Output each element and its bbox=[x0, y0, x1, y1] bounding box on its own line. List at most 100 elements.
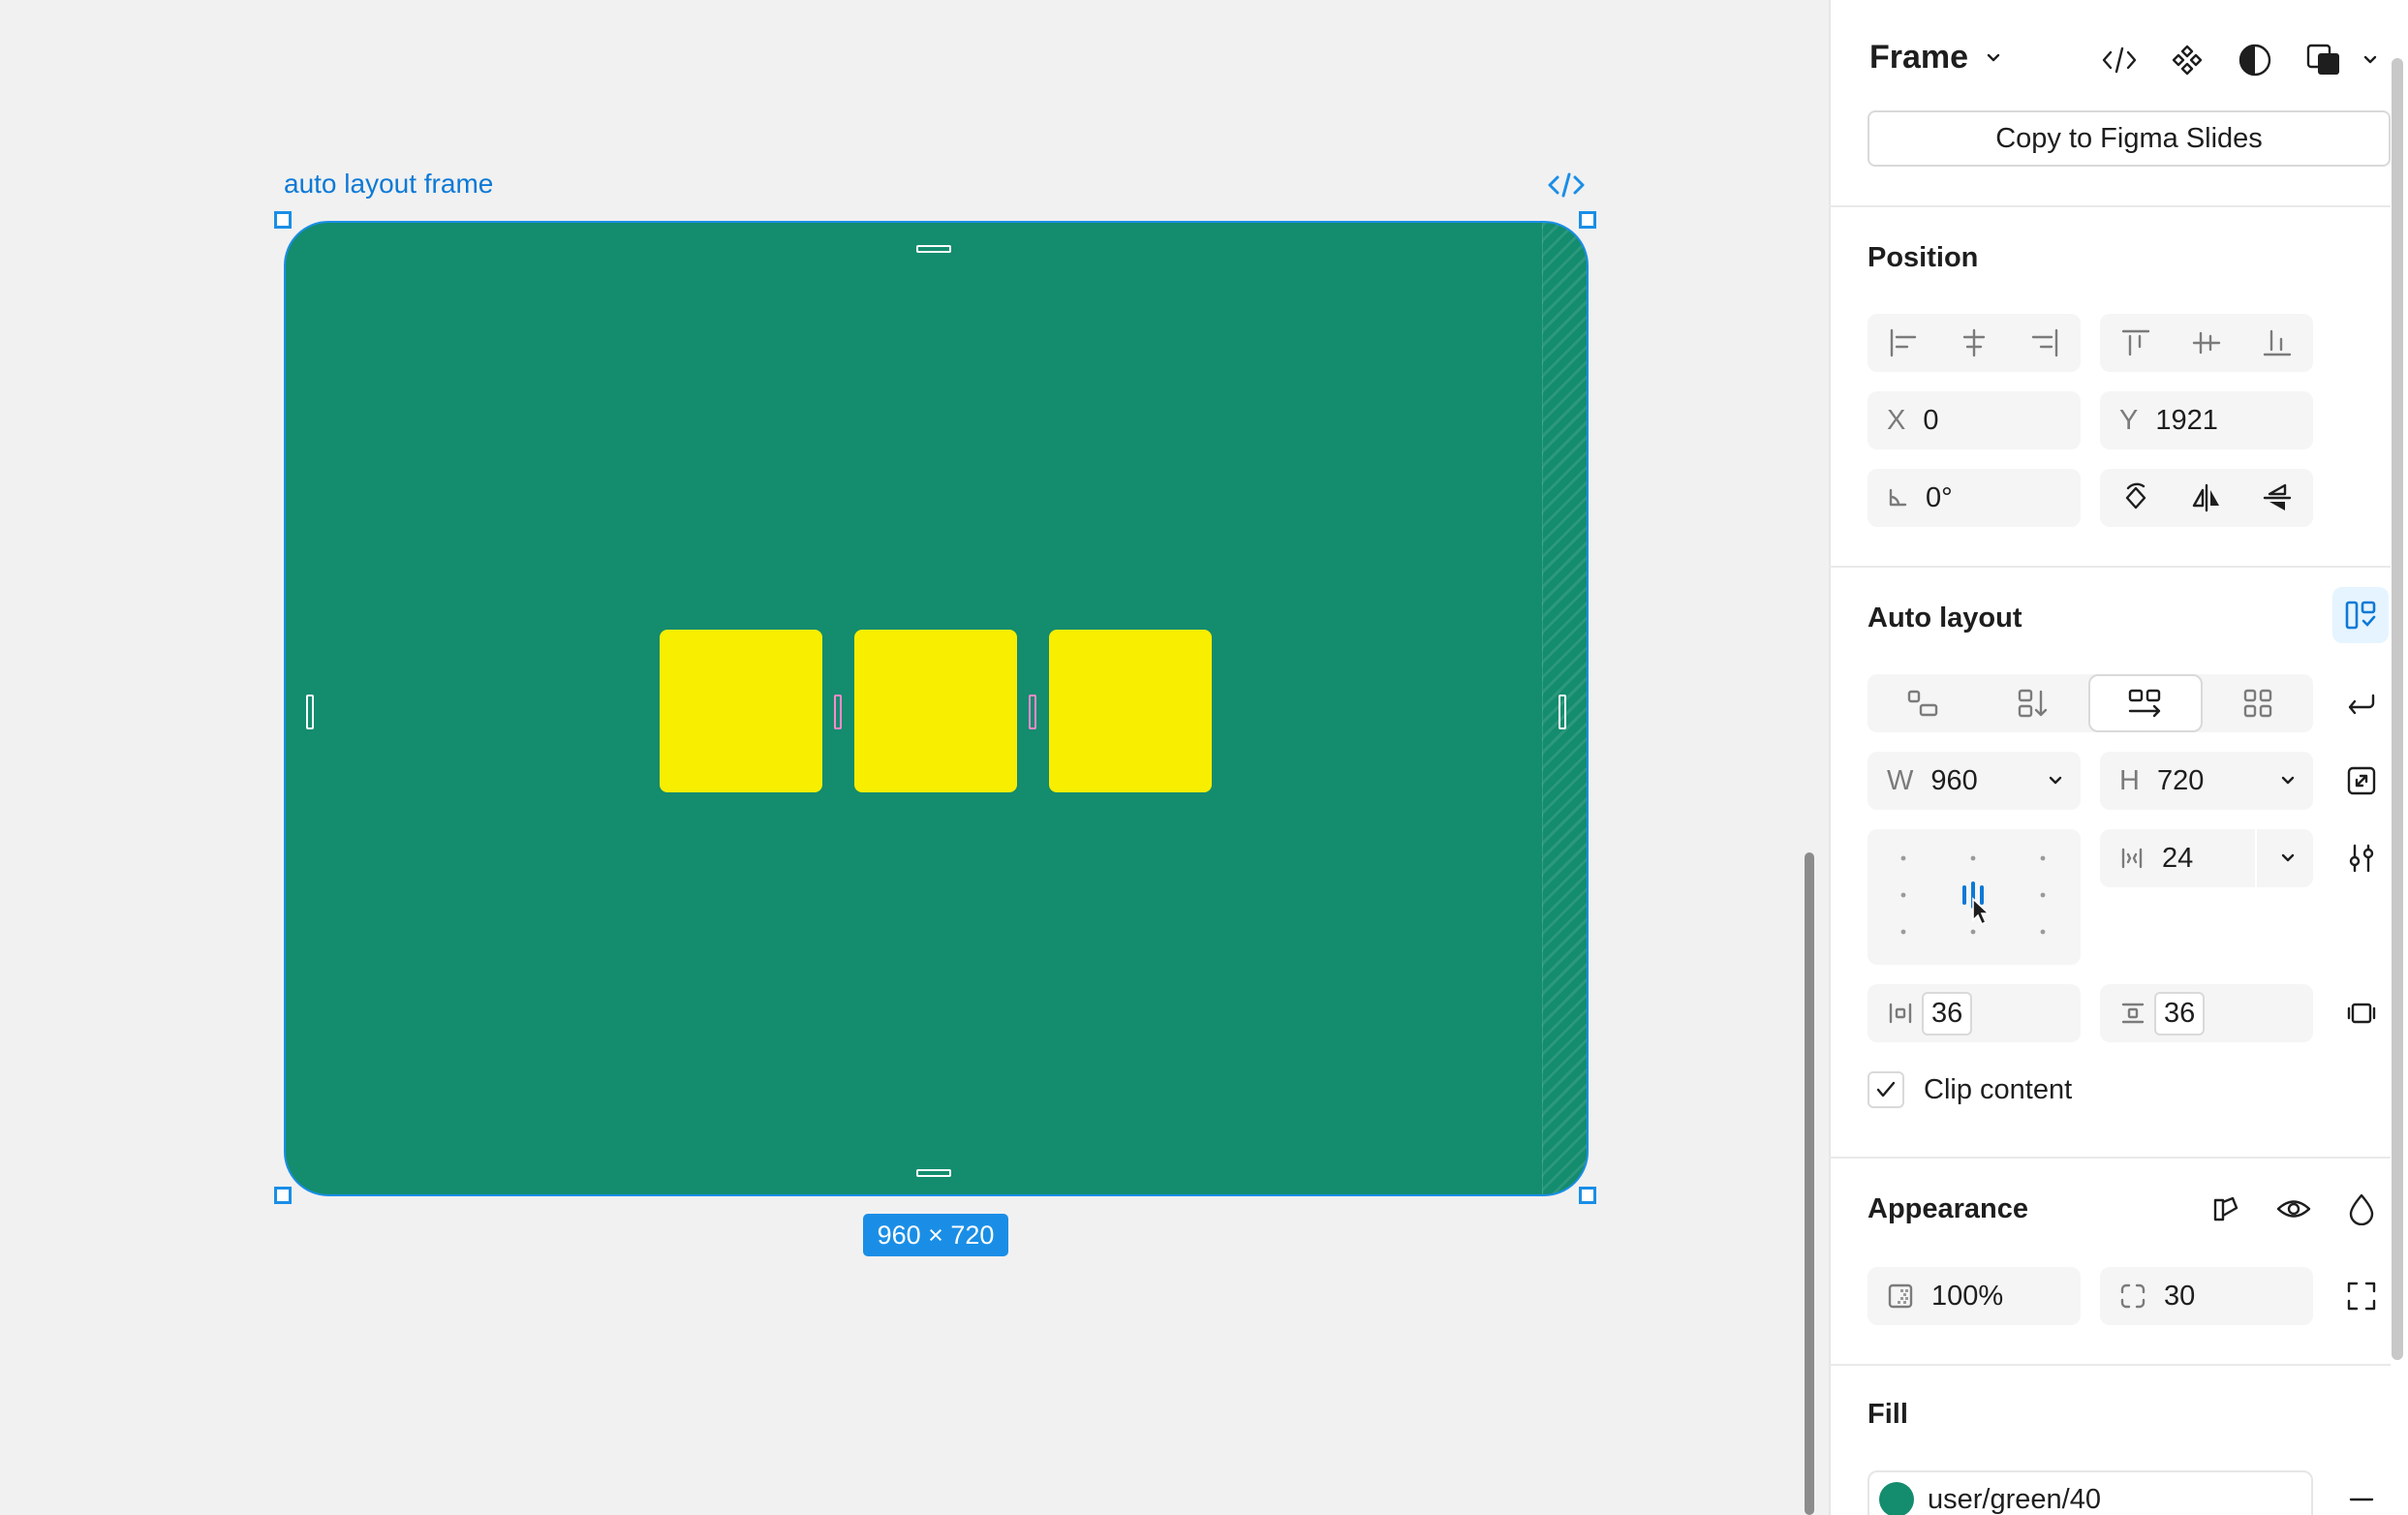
y-position-field[interactable]: Y 1921 bbox=[2100, 391, 2313, 449]
h-label: H bbox=[2119, 764, 2140, 796]
horizontal-padding-value[interactable]: 36 bbox=[1922, 991, 1973, 1036]
x-position-field[interactable]: X 0 bbox=[1868, 391, 2081, 449]
visibility-eye-icon[interactable] bbox=[2272, 1188, 2315, 1230]
dev-mode-code-icon[interactable] bbox=[1546, 169, 1587, 201]
vertical-padding-value[interactable]: 36 bbox=[2154, 991, 2206, 1036]
gap-value[interactable]: 24 bbox=[2162, 843, 2193, 875]
code-icon[interactable] bbox=[2098, 39, 2141, 81]
width-field[interactable]: W 960 bbox=[1868, 752, 2081, 810]
flip-horizontal-icon[interactable] bbox=[2171, 469, 2241, 527]
advanced-layout-settings-icon[interactable] bbox=[2340, 837, 2383, 880]
horizontal-align-group bbox=[1868, 314, 2081, 372]
padding-left-handle[interactable] bbox=[306, 695, 314, 729]
panel-scrollbar[interactable] bbox=[2392, 58, 2403, 1360]
canvas[interactable]: auto layout frame 960 × 720 bbox=[0, 0, 1829, 1515]
individual-padding-icon[interactable] bbox=[2340, 992, 2383, 1035]
opacity-value[interactable]: 100% bbox=[1931, 1281, 2003, 1313]
alignment-grid[interactable] bbox=[1868, 829, 2081, 965]
auto-layout-section-title: Auto layout bbox=[1868, 603, 2022, 634]
boolean-icon[interactable] bbox=[2301, 39, 2346, 81]
gap-field[interactable]: 24 bbox=[2100, 829, 2313, 887]
horizontal-padding-field[interactable]: 36 bbox=[1868, 984, 2081, 1042]
padding-bottom-handle[interactable] bbox=[916, 1169, 951, 1177]
height-value[interactable]: 720 bbox=[2157, 765, 2204, 797]
fill-color-swatch[interactable] bbox=[1879, 1482, 1914, 1515]
fill-section-title: Fill bbox=[1868, 1399, 1908, 1430]
clip-content-checkbox[interactable] bbox=[1868, 1071, 1904, 1108]
clip-content-row[interactable]: Clip content bbox=[1868, 1071, 2072, 1108]
resize-to-fit-icon[interactable] bbox=[2340, 759, 2383, 802]
width-value[interactable]: 960 bbox=[1930, 765, 1977, 797]
align-bottom-icon[interactable] bbox=[2242, 314, 2313, 372]
chevron-down-icon[interactable] bbox=[2280, 775, 2296, 787]
flip-vertical-icon[interactable] bbox=[2242, 469, 2313, 527]
layout-vertical-icon[interactable] bbox=[1978, 674, 2088, 732]
component-icon[interactable] bbox=[2166, 39, 2208, 81]
fill-style-row[interactable]: user/green/40 bbox=[1868, 1470, 2313, 1515]
x-value[interactable]: 0 bbox=[1923, 405, 1938, 437]
appearance-section-title: Appearance bbox=[1868, 1193, 2029, 1224]
resize-handle-top-right[interactable] bbox=[1579, 211, 1596, 229]
style-icon[interactable] bbox=[2205, 1188, 2247, 1230]
opacity-field[interactable]: 100% bbox=[1868, 1267, 2081, 1325]
padding-top-handle[interactable] bbox=[916, 245, 951, 253]
chevron-down-icon[interactable] bbox=[2048, 775, 2063, 787]
resize-handle-bottom-right[interactable] bbox=[1579, 1187, 1596, 1204]
section-divider bbox=[1829, 1157, 2391, 1159]
horizontal-padding-icon bbox=[1887, 1001, 1914, 1026]
child-rectangle[interactable] bbox=[660, 630, 822, 792]
auto-layout-frame[interactable] bbox=[284, 221, 1589, 1196]
contrast-icon[interactable] bbox=[2234, 39, 2276, 81]
layout-none-icon[interactable] bbox=[1868, 674, 1978, 732]
chevron-down-icon[interactable] bbox=[2360, 48, 2381, 72]
layout-horizontal-icon[interactable] bbox=[2088, 674, 2203, 732]
align-left-icon[interactable] bbox=[1868, 314, 1938, 372]
remove-fill-icon[interactable] bbox=[2340, 1478, 2383, 1515]
section-divider bbox=[1829, 1364, 2391, 1366]
rotation-field[interactable]: 0° bbox=[1868, 469, 2081, 527]
padding-right-handle[interactable] bbox=[1559, 695, 1566, 729]
opacity-icon bbox=[1887, 1283, 1914, 1310]
position-section-title: Position bbox=[1868, 242, 1979, 273]
fill-style-name[interactable]: user/green/40 bbox=[1928, 1484, 2101, 1515]
corner-radius-value[interactable]: 30 bbox=[2164, 1281, 2195, 1313]
independent-corners-icon[interactable] bbox=[2340, 1275, 2383, 1317]
corner-radius-field[interactable]: 30 bbox=[2100, 1267, 2313, 1325]
gap-handle[interactable] bbox=[834, 695, 842, 729]
align-vertical-center-icon[interactable] bbox=[2171, 314, 2241, 372]
check-icon bbox=[1876, 1081, 1896, 1098]
gap-icon bbox=[2119, 846, 2145, 871]
vertical-align-group bbox=[2100, 314, 2313, 372]
rotate-90-icon[interactable] bbox=[2100, 469, 2171, 527]
blend-mode-drop-icon[interactable] bbox=[2340, 1188, 2383, 1230]
gap-handle[interactable] bbox=[1029, 695, 1036, 729]
frame-name-label[interactable]: auto layout frame bbox=[284, 169, 493, 200]
resize-handle-bottom-left[interactable] bbox=[274, 1187, 292, 1204]
copy-to-slides-button[interactable]: Copy to Figma Slides bbox=[1868, 110, 2391, 167]
layout-direction-group bbox=[1868, 674, 2313, 732]
frame-size-badge: 960 × 720 bbox=[863, 1214, 1008, 1256]
align-horizontal-center-icon[interactable] bbox=[1938, 314, 2009, 372]
layer-type-dropdown[interactable]: Frame bbox=[1869, 39, 2001, 77]
canvas-scrollbar[interactable] bbox=[1805, 852, 1814, 1515]
y-value[interactable]: 1921 bbox=[2155, 405, 2218, 437]
align-top-icon[interactable] bbox=[2100, 314, 2171, 372]
transform-group bbox=[2100, 469, 2313, 527]
y-label: Y bbox=[2119, 404, 2139, 436]
vertical-padding-icon bbox=[2119, 1001, 2146, 1026]
corner-radius-icon bbox=[2119, 1283, 2146, 1310]
section-divider bbox=[1829, 566, 2391, 568]
resize-handle-top-left[interactable] bbox=[274, 211, 292, 229]
auto-layout-toggle-icon[interactable] bbox=[2332, 587, 2389, 643]
layout-grid-icon[interactable] bbox=[2203, 674, 2313, 732]
chevron-down-icon[interactable] bbox=[2280, 852, 2296, 864]
vertical-padding-field[interactable]: 36 bbox=[2100, 984, 2313, 1042]
wrap-icon[interactable] bbox=[2340, 682, 2383, 725]
child-rectangle[interactable] bbox=[854, 630, 1017, 792]
x-label: X bbox=[1887, 404, 1906, 436]
rotation-value[interactable]: 0° bbox=[1926, 482, 1953, 514]
align-right-icon[interactable] bbox=[2010, 314, 2081, 372]
clip-content-label: Clip content bbox=[1924, 1073, 2073, 1105]
child-rectangle[interactable] bbox=[1049, 630, 1212, 792]
height-field[interactable]: H 720 bbox=[2100, 752, 2313, 810]
